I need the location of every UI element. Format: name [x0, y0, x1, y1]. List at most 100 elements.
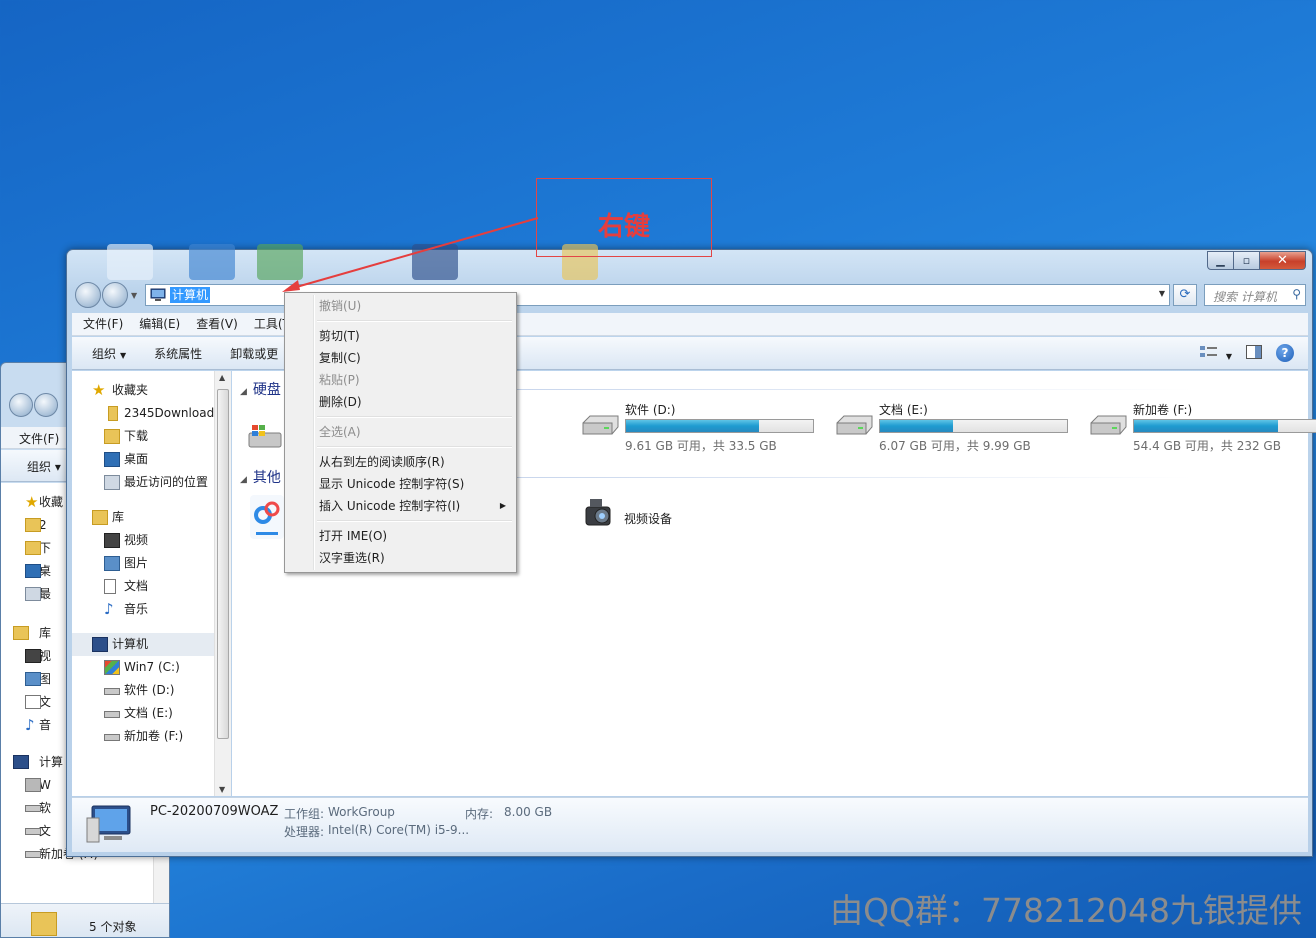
drive-item[interactable]: 文档 (E:) 6.07 GB 可用，共 9.99 GB [834, 401, 1084, 453]
menu-file[interactable]: 文件(F) [83, 313, 123, 335]
back-button[interactable] [75, 282, 101, 308]
nav-libraries[interactable]: 库 [72, 506, 214, 529]
window-controls: ▁ ▫ ✕ [1207, 251, 1306, 270]
help-icon[interactable]: ? [1276, 344, 1294, 362]
recent-pages-dropdown[interactable]: ▼ [131, 291, 137, 300]
menu-item-reconversion[interactable]: 汉字重选(R) [287, 547, 514, 569]
nav-drive-f[interactable]: 新加卷 (F:) [72, 725, 214, 748]
organize-label: 组织 [92, 346, 117, 361]
search-placeholder: 搜索 计算机 [1213, 290, 1277, 304]
nav-item-desktop[interactable]: 桌面 [72, 448, 214, 471]
menu-separator [287, 317, 514, 325]
menu-item-open-ime[interactable]: 打开 IME(O) [287, 525, 514, 547]
menu-item-delete[interactable]: 删除(D) [287, 391, 514, 413]
drive-usage-fill [880, 420, 953, 432]
menu-view[interactable]: 查看(V) [196, 313, 238, 335]
collapse-triangle-icon: ◢ [240, 475, 247, 485]
bg-tree-label: 库 [39, 626, 52, 640]
forward-button[interactable] [102, 282, 128, 308]
nav-item-recent-places[interactable]: 最近访问的位置 [72, 471, 214, 494]
music-icon: ♪ [104, 600, 114, 618]
bg-status-bar: 5 个对象 [1, 903, 169, 937]
nav-computer[interactable]: 计算机 [72, 633, 214, 656]
bg-organize-label: 组织 [27, 460, 52, 474]
pictures-icon [104, 556, 120, 571]
organize-button[interactable]: 组织 ▼ [92, 345, 126, 362]
menu-item-select-all[interactable]: 全选(A) [287, 421, 514, 443]
drive-usage-bar [879, 419, 1068, 433]
address-history-dropdown[interactable]: ▼ [1159, 289, 1165, 298]
preview-pane-icon [1246, 344, 1262, 359]
menu-item-show-unicode[interactable]: 显示 Unicode 控制字符(S) [287, 473, 514, 495]
address-text[interactable]: 计算机 [170, 287, 211, 303]
computer-icon [13, 755, 29, 769]
music-icon: ♪ [25, 716, 35, 734]
nav-label: Win7 (C:) [124, 660, 180, 674]
drive-icon [104, 734, 120, 741]
nav-item-downloads[interactable]: 下载 [72, 425, 214, 448]
nav-drive-e[interactable]: 文档 (E:) [72, 702, 214, 725]
nav-drive-d[interactable]: 软件 (D:) [72, 679, 214, 702]
workgroup-label: 工作组: [284, 807, 325, 821]
hard-disks-group[interactable]: ◢ 硬盘 [240, 379, 281, 399]
pictures-icon [25, 672, 41, 686]
scroll-down-arrow[interactable]: ▼ [219, 785, 225, 794]
bg-forward-button[interactable] [34, 393, 58, 417]
menu-item-copy[interactable]: 复制(C) [287, 347, 514, 369]
refresh-icon: ⟳ [1179, 287, 1191, 302]
nav-favorites[interactable]: ★ 收藏夹 [72, 379, 214, 402]
nav-label: 软件 (D:) [124, 683, 175, 697]
computer-icon [86, 805, 131, 843]
nav-item-videos[interactable]: 视频 [72, 529, 214, 552]
menu-item-cut[interactable]: 剪切(T) [287, 325, 514, 347]
drive-item[interactable]: 新加卷 (F:) 54.4 GB 可用，共 232 GB [1088, 401, 1316, 453]
menu-item-rtl-reading-order[interactable]: 从右到左的阅读顺序(R) [287, 451, 514, 473]
menu-edit[interactable]: 编辑(E) [139, 313, 180, 335]
scroll-up-arrow[interactable]: ▲ [219, 373, 225, 382]
nav-label: 2345Downloads [124, 406, 214, 420]
scrollbar-thumb[interactable] [217, 389, 229, 739]
preview-pane-button[interactable] [1246, 344, 1262, 362]
other-group[interactable]: ◢ 其他 [240, 467, 281, 487]
menu-item-insert-unicode[interactable]: 插入 Unicode 控制字符(I) ▶ [287, 495, 514, 517]
bg-menu-file[interactable]: 文件(F) [19, 432, 59, 446]
refresh-button[interactable]: ⟳ [1173, 284, 1197, 306]
windows-drive-icon [104, 660, 120, 675]
system-properties-button[interactable]: 系统属性 [154, 345, 202, 362]
drive-name: 软件 (D:) [625, 403, 676, 417]
maximize-button[interactable]: ▫ [1234, 251, 1260, 270]
bg-back-button[interactable] [9, 393, 33, 417]
close-button[interactable]: ✕ [1260, 251, 1306, 270]
navigation-scrollbar[interactable]: ▲ ▼ [214, 371, 231, 796]
windows-drive-icon[interactable] [248, 423, 282, 449]
video-device-item[interactable]: 视频设备 [584, 495, 704, 539]
search-input[interactable]: 搜索 计算机 ⚲ [1204, 284, 1306, 306]
menu-item-paste[interactable]: 粘贴(P) [287, 369, 514, 391]
pc-name: PC-20200709WOAZ [150, 804, 279, 819]
drive-icon [25, 851, 41, 858]
minimize-button[interactable]: ▁ [1207, 251, 1234, 270]
bg-nav-buttons [9, 393, 59, 420]
menu-separator [287, 517, 514, 525]
drive-icon [836, 415, 873, 435]
change-view-button[interactable]: ▼ [1200, 345, 1232, 362]
nav-item-pictures[interactable]: 图片 [72, 552, 214, 575]
download-folder-icon [25, 541, 41, 555]
watermark-text: 由QQ群：778212048九银提供 [830, 891, 1302, 930]
menu-separator [287, 443, 514, 451]
drive-item[interactable]: 软件 (D:) 9.61 GB 可用，共 33.5 GB [580, 401, 830, 453]
uninstall-button[interactable]: 卸载或更 [230, 345, 278, 362]
bg-organize-button[interactable]: 组织 ▾ [27, 460, 61, 474]
cpu-value: Intel(R) Core(TM) i5-9... [328, 823, 470, 837]
app-shortcut-icon[interactable] [250, 495, 284, 539]
nav-item-2345downloads[interactable]: 2345Downloads [72, 402, 214, 425]
library-icon [92, 510, 108, 525]
memory-value: 8.00 GB [504, 805, 553, 819]
details-pane: PC-20200709WOAZ 工作组: WorkGroup 内存: 8.00 … [72, 797, 1308, 852]
menu-bar: 文件(F) 编辑(E) 查看(V) 工具(T) [72, 313, 1308, 336]
nav-label: 音乐 [124, 602, 149, 616]
desktop-icon [25, 564, 41, 578]
nav-drive-c[interactable]: Win7 (C:) [72, 656, 214, 679]
nav-item-music[interactable]: ♪ 音乐 [72, 598, 214, 621]
nav-item-documents[interactable]: 文档 [72, 575, 214, 598]
